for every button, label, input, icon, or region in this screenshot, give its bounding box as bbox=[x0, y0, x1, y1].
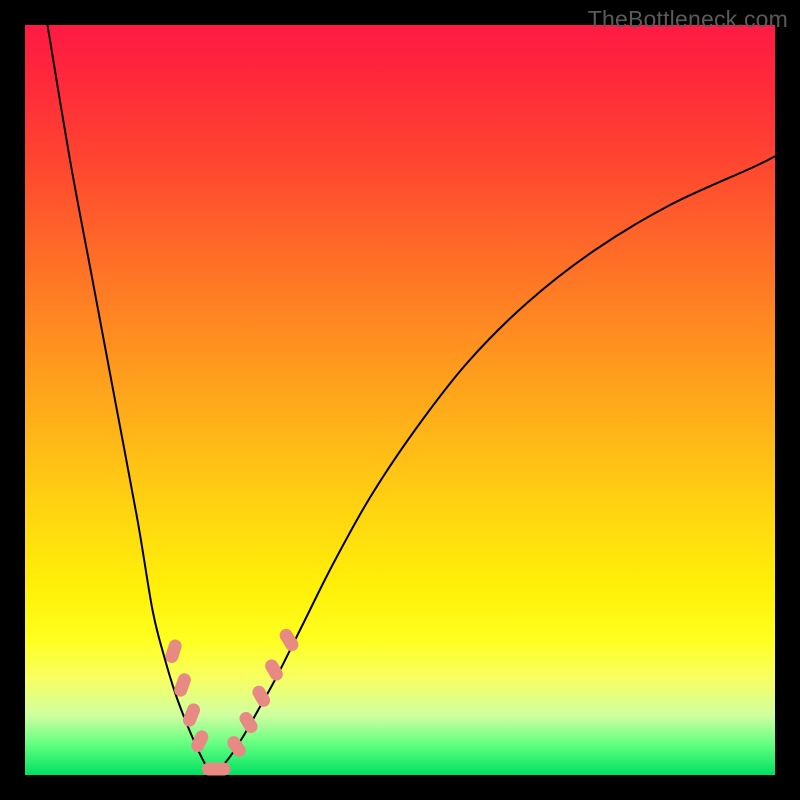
chart-svg bbox=[25, 25, 775, 775]
marker-pill bbox=[202, 763, 231, 776]
marker-pill bbox=[189, 728, 210, 754]
curve-right bbox=[213, 156, 776, 775]
marker-pill bbox=[263, 657, 286, 683]
marker-pill bbox=[277, 626, 301, 653]
curve-left bbox=[48, 25, 213, 775]
watermark-text: TheBottleneck.com bbox=[588, 6, 788, 33]
chart-container: TheBottleneck.com bbox=[0, 0, 800, 800]
marker-pill bbox=[164, 638, 184, 665]
marker-pill bbox=[250, 683, 273, 709]
marker-pill bbox=[225, 734, 249, 760]
